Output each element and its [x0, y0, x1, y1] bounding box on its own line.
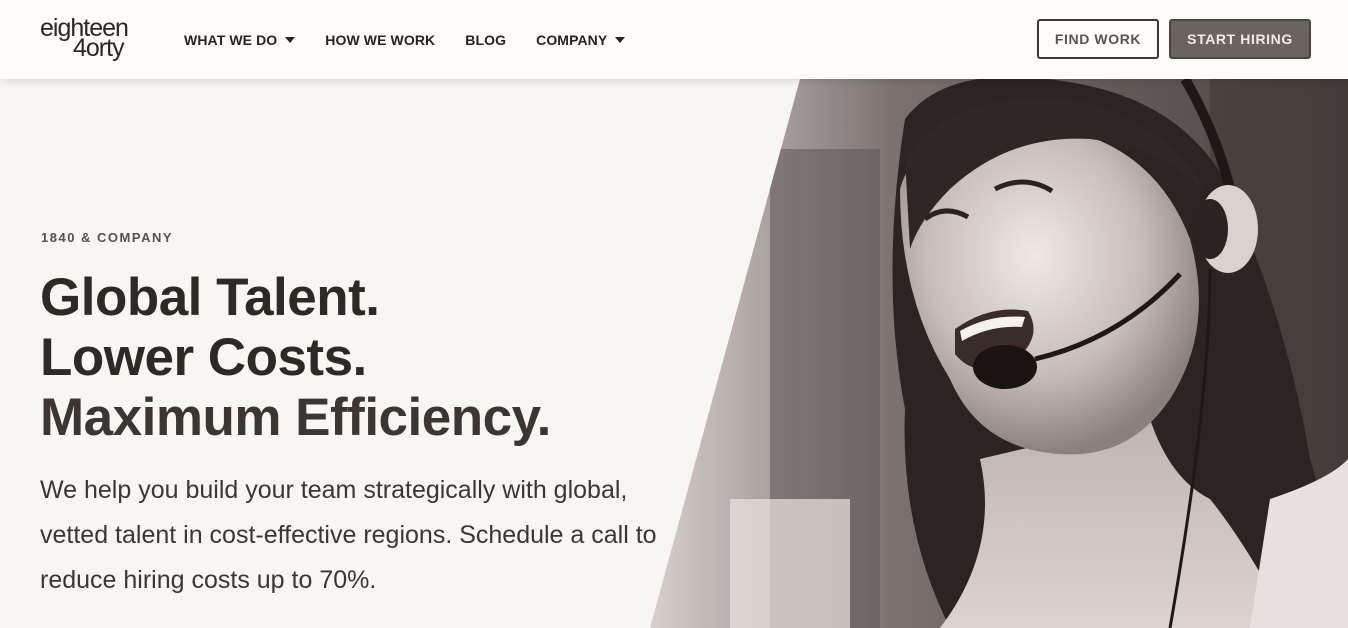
hero-photo-illustration	[650, 79, 1348, 628]
logo-line-2: 4orty	[73, 34, 125, 62]
headline-line-2: Lower Costs.	[40, 328, 367, 387]
main-nav: WHAT WE DO HOW WE WORK BLOG COMPANY	[184, 0, 655, 79]
nav-label: WHAT WE DO	[184, 31, 278, 48]
nav-item-what-we-do[interactable]: WHAT WE DO	[184, 31, 296, 48]
chevron-down-icon	[285, 36, 296, 43]
nav-item-how-we-work[interactable]: HOW WE WORK	[325, 32, 435, 48]
nav-label: COMPANY	[536, 31, 608, 48]
headline-line-3: Maximum Efficiency.	[40, 388, 551, 447]
hero-headline: Global Talent. Lower Costs. Maximum Effi…	[40, 268, 551, 448]
nav-item-blog[interactable]: BLOG	[465, 32, 506, 48]
find-work-button[interactable]: FIND WORK	[1037, 19, 1159, 59]
site-header: eighteen 4orty WHAT WE DO HOW WE WORK BL…	[0, 0, 1348, 79]
hero-image	[650, 79, 1348, 628]
nav-item-company[interactable]: COMPANY	[536, 31, 626, 48]
nav-label: BLOG	[465, 31, 507, 48]
chevron-down-icon	[615, 36, 626, 43]
hero-subtext: We help you build your team strategicall…	[40, 476, 657, 594]
nav-label: HOW WE WORK	[325, 31, 436, 48]
hero-eyebrow: 1840 & COMPANY	[41, 230, 174, 245]
start-hiring-button[interactable]: START HIRING	[1169, 19, 1311, 59]
headline-line-1: Global Talent.	[40, 268, 380, 327]
company-logo[interactable]: eighteen 4orty	[40, 15, 150, 63]
